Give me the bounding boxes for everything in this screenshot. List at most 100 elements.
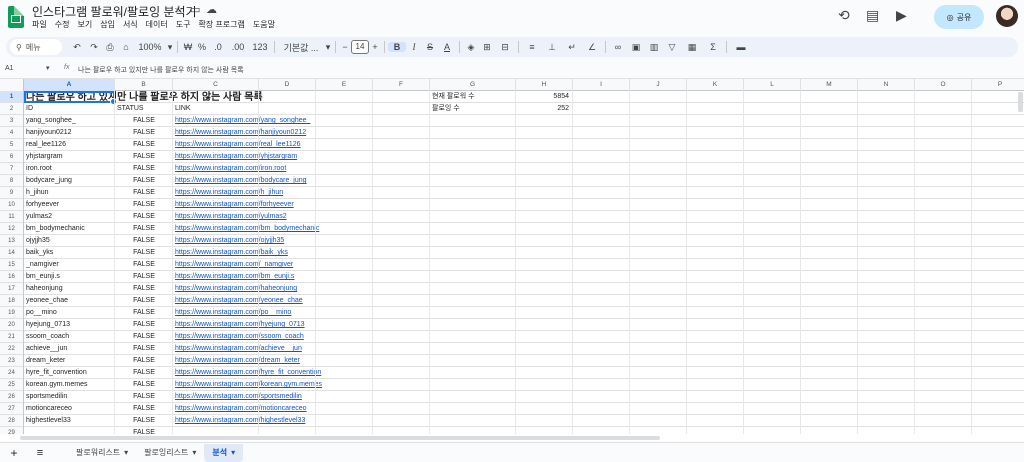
link-cell[interactable]: https://www.instagram.com/iron.root [175, 163, 286, 175]
zoom-select[interactable]: 100% [134, 42, 166, 52]
row-header[interactable]: 17 [0, 283, 23, 295]
row-header[interactable]: 11 [0, 211, 23, 223]
font-size-decrease-button[interactable]: − [339, 42, 351, 52]
link-cell[interactable]: https://www.instagram.com/bm_bodymechani… [175, 223, 319, 235]
link-cell[interactable]: https://www.instagram.com/forhyeever [175, 199, 294, 211]
paint-format-icon[interactable]: ⌂ [118, 42, 134, 52]
row-header[interactable]: 2 [0, 103, 23, 115]
link-cell[interactable]: https://www.instagram.com/hyejung_0713 [175, 319, 305, 331]
bold-icon[interactable]: B [388, 42, 406, 52]
row-header[interactable]: 23 [0, 355, 23, 367]
row-header[interactable]: 14 [0, 247, 23, 259]
link-cell[interactable]: https://www.instagram.com/hanjiyoun0212 [175, 127, 306, 139]
column-header[interactable]: F [373, 79, 430, 91]
comment-add-icon[interactable]: ▣ [627, 42, 645, 53]
link-cell[interactable]: https://www.instagram.com/yhjstargram [175, 151, 297, 163]
row-header[interactable]: 7 [0, 163, 23, 175]
row-header[interactable]: 13 [0, 235, 23, 247]
menu-item[interactable]: 파일 [32, 19, 47, 30]
column-header[interactable]: H [516, 79, 573, 91]
chart-icon[interactable]: ▥ [645, 42, 663, 53]
sheet-tab[interactable]: 분석 ▾ [204, 443, 244, 462]
row-header[interactable]: 20 [0, 319, 23, 331]
column-header[interactable]: M [801, 79, 858, 91]
row-header[interactable]: 4 [0, 127, 23, 139]
row-header[interactable]: 9 [0, 187, 23, 199]
borders-icon[interactable]: ⊞ [479, 42, 495, 53]
menu-item[interactable]: 도구 [176, 19, 191, 30]
meet-icon[interactable]: ▶ [896, 7, 907, 24]
sheets-logo-icon[interactable] [8, 6, 24, 28]
move-folder-icon[interactable]: ▭ [190, 3, 200, 16]
italic-icon[interactable]: I [406, 42, 422, 52]
spreadsheet-grid[interactable]: ABCDEFGHIJKLMNOPQ 1234567891011121314151… [0, 78, 1024, 441]
history-icon[interactable]: ⟲ [838, 7, 850, 24]
row-header[interactable]: 18 [0, 295, 23, 307]
link-cell[interactable]: https://www.instagram.com/bodycare_jung [175, 175, 307, 187]
column-header[interactable]: G [430, 79, 516, 91]
link-cell[interactable]: https://www.instagram.com/highestlevel33 [175, 415, 305, 427]
row-header[interactable]: 28 [0, 415, 23, 427]
add-sheet-icon[interactable]: + [0, 446, 28, 460]
horizontal-scrollbar[interactable] [0, 434, 1024, 441]
share-button[interactable]: ◎ 공유 [934, 5, 984, 29]
select-all-corner[interactable] [0, 79, 24, 91]
link-cell[interactable]: https://www.instagram.com/yeonee_chae [175, 295, 303, 307]
font-size-input[interactable]: 14 [351, 40, 369, 54]
text-color-icon[interactable]: A [438, 42, 456, 52]
text-wrap-icon[interactable]: ↵ [562, 42, 582, 53]
link-cell[interactable]: https://www.instagram.com/sportsmedilin [175, 391, 302, 403]
horizontal-align-icon[interactable]: ≡ [522, 42, 542, 52]
menu-search[interactable]: ⚲ 메뉴 [10, 39, 62, 55]
column-header[interactable]: K [687, 79, 744, 91]
column-header[interactable]: C [173, 79, 259, 91]
menu-item[interactable]: 서식 [123, 19, 138, 30]
column-header[interactable]: I [573, 79, 630, 91]
menu-item[interactable]: 도움말 [253, 19, 275, 30]
column-header[interactable]: E [316, 79, 373, 91]
link-cell[interactable]: https://www.instagram.com/real_lee1126 [175, 139, 301, 151]
menu-item[interactable]: 보기 [77, 19, 92, 30]
chevron-down-icon[interactable]: ▾ [192, 448, 196, 457]
column-header[interactable]: J [630, 79, 687, 91]
column-header[interactable]: A [24, 79, 115, 91]
strikethrough-icon[interactable]: S [422, 42, 438, 52]
menu-item[interactable]: 데이터 [146, 19, 168, 30]
star-icon[interactable]: ☆ [174, 3, 184, 16]
decrease-decimal-button[interactable]: .0 [209, 42, 227, 52]
column-header[interactable]: O [915, 79, 972, 91]
column-header[interactable]: L [744, 79, 801, 91]
column-header[interactable]: D [259, 79, 316, 91]
link-cell[interactable]: https://www.instagram.com/ojyjjh35 [175, 235, 284, 247]
print-icon[interactable]: ⎙ [102, 42, 118, 53]
row-header[interactable]: 3 [0, 115, 23, 127]
column-header[interactable]: B [115, 79, 173, 91]
row-header[interactable]: 16 [0, 271, 23, 283]
comment-icon[interactable]: ▤ [866, 7, 879, 24]
selected-cell-a1[interactable] [24, 91, 117, 105]
chevron-down-icon[interactable]: ▾ [231, 448, 235, 457]
redo-icon[interactable]: ↷ [86, 42, 102, 53]
menu-item[interactable]: 확장 프로그램 [199, 19, 245, 30]
vertical-align-icon[interactable]: ⊥ [542, 42, 562, 53]
font-size-increase-button[interactable]: + [369, 42, 381, 52]
percent-button[interactable]: % [195, 42, 209, 52]
link-cell[interactable]: https://www.instagram.com/po__mino [175, 307, 291, 319]
link-cell[interactable]: https://www.instagram.com/h_jihun [175, 187, 283, 199]
link-cell[interactable]: https://www.instagram.com/dream_keter [175, 355, 300, 367]
chevron-down-icon[interactable]: ▾ [46, 64, 50, 72]
link-cell[interactable]: https://www.instagram.com/_namgiver [175, 259, 293, 271]
row-header[interactable]: 6 [0, 151, 23, 163]
filter-views-icon[interactable]: ▦ [681, 42, 703, 53]
link-icon[interactable]: ∞ [609, 42, 627, 52]
menu-item[interactable]: 수정 [55, 19, 70, 30]
row-header[interactable]: 10 [0, 199, 23, 211]
row-header[interactable]: 21 [0, 331, 23, 343]
filter-icon[interactable]: ▽ [663, 42, 681, 53]
formula-input[interactable]: 나는 팔로우 하고 있지만 나를 팔로우 하지 않는 사람 목록 [78, 65, 244, 75]
row-header[interactable]: 12 [0, 223, 23, 235]
row-header[interactable]: 15 [0, 259, 23, 271]
avatar[interactable] [996, 5, 1018, 27]
sheet-tab[interactable]: 팔로잉리스트 ▾ [136, 444, 204, 462]
undo-icon[interactable]: ↶ [68, 42, 86, 53]
